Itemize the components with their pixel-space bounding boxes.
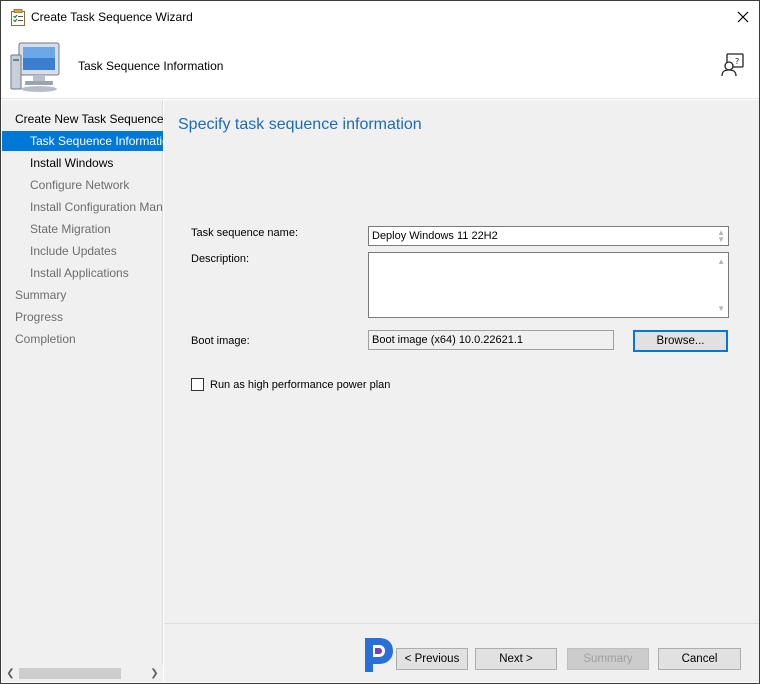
page-title: Specify task sequence information bbox=[178, 116, 422, 133]
wizard-footer: < Previous Next > Summary Cancel bbox=[164, 623, 759, 682]
sidebar-item-install-windows[interactable]: Install Windows bbox=[2, 153, 163, 173]
wizard-header: Task Sequence Information ? bbox=[1, 33, 759, 99]
sidebar-item-state-migration[interactable]: State Migration bbox=[2, 219, 163, 239]
sidebar-item-progress[interactable]: Progress bbox=[2, 307, 163, 327]
sidebar-item-create-new-task-sequence[interactable]: Create New Task Sequence bbox=[2, 109, 163, 129]
previous-button[interactable]: < Previous bbox=[396, 648, 468, 670]
computer-icon bbox=[10, 42, 60, 92]
sidebar-horizontal-scrollbar[interactable]: ❮ ❯ bbox=[2, 665, 163, 682]
scroll-right-icon[interactable]: ❯ bbox=[146, 665, 163, 682]
description-label: Description: bbox=[191, 253, 250, 265]
scroll-down-icon[interactable]: ▼ bbox=[717, 304, 725, 313]
task-sequence-name-input[interactable]: Deploy Windows 11 22H2 ▲ ▼ bbox=[368, 226, 729, 246]
scrollbar-thumb[interactable] bbox=[19, 668, 121, 679]
description-textarea[interactable]: ▲ ▼ bbox=[368, 252, 729, 318]
boot-image-value: Boot image (x64) 10.0.22621.1 bbox=[372, 334, 524, 346]
svg-text:?: ? bbox=[735, 57, 739, 66]
wizard-app-icon bbox=[11, 9, 25, 26]
title-bar: Create Task Sequence Wizard bbox=[1, 1, 759, 33]
sidebar-item-configure-network[interactable]: Configure Network bbox=[2, 175, 163, 195]
boot-image-label: Boot image: bbox=[191, 335, 250, 347]
sidebar-item-task-sequence-information[interactable]: Task Sequence Information bbox=[2, 131, 163, 151]
task-sequence-name-label: Task sequence name: bbox=[191, 227, 299, 239]
sidebar-item-summary[interactable]: Summary bbox=[2, 285, 163, 305]
browse-button[interactable]: Browse... bbox=[633, 330, 728, 352]
high-performance-checkbox[interactable] bbox=[191, 378, 204, 391]
close-icon bbox=[737, 11, 749, 23]
header-title: Task Sequence Information bbox=[78, 59, 224, 73]
wizard-steps-sidebar: Create New Task Sequence Task Sequence I… bbox=[2, 100, 163, 665]
user-help-icon[interactable]: ? bbox=[720, 52, 746, 78]
boot-image-field: Boot image (x64) 10.0.22621.1 bbox=[368, 330, 614, 350]
main-content: Specify task sequence information Task s… bbox=[164, 100, 759, 623]
scroll-left-icon[interactable]: ❮ bbox=[2, 665, 19, 682]
sidebar-item-completion[interactable]: Completion bbox=[2, 329, 163, 349]
sidebar-item-install-configuration-manager[interactable]: Install Configuration Manager bbox=[2, 197, 163, 217]
sidebar-item-include-updates[interactable]: Include Updates bbox=[2, 241, 163, 261]
high-performance-checkbox-label: Run as high performance power plan bbox=[210, 379, 391, 391]
brand-logo-icon bbox=[365, 638, 393, 672]
summary-button[interactable]: Summary bbox=[567, 648, 649, 670]
task-sequence-name-value: Deploy Windows 11 22H2 bbox=[372, 230, 498, 242]
cancel-button[interactable]: Cancel bbox=[658, 648, 741, 670]
wizard-window: Create Task Sequence Wizard Task Sequenc… bbox=[0, 0, 760, 684]
next-button[interactable]: Next > bbox=[475, 648, 557, 670]
close-button[interactable] bbox=[731, 5, 755, 29]
scroll-up-icon[interactable]: ▲ bbox=[717, 257, 725, 266]
sidebar-item-install-applications[interactable]: Install Applications bbox=[2, 263, 163, 283]
textbox-spin-icon: ▲ ▼ bbox=[717, 228, 725, 244]
window-title: Create Task Sequence Wizard bbox=[31, 10, 193, 24]
